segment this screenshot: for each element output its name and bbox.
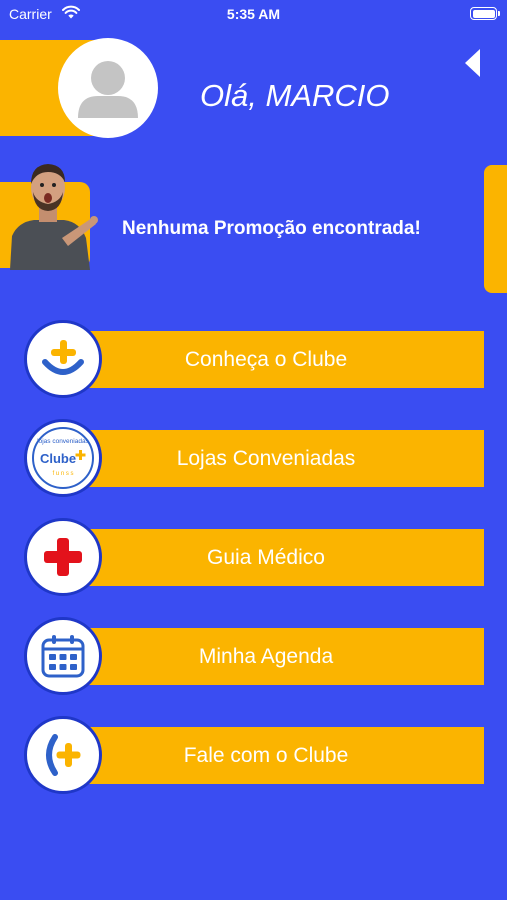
no-promotion-message: Nenhuma Promoção encontrada! bbox=[122, 218, 421, 239]
menu-item-label: Fale com o Clube bbox=[183, 744, 349, 767]
back-arrow-icon[interactable] bbox=[462, 46, 486, 80]
menu-item-guia-medico[interactable]: Guia Médico bbox=[24, 518, 484, 596]
greeting-title: Olá, MARCIO bbox=[200, 78, 390, 113]
red-cross-icon bbox=[24, 518, 102, 596]
badge-logo-text: Clube bbox=[40, 451, 76, 466]
menu-item-conheca-clube[interactable]: Conheça o Clube bbox=[24, 320, 484, 398]
phone-plus-icon bbox=[24, 716, 102, 794]
clock: 5:35 AM bbox=[226, 6, 281, 22]
menu-item-label: Guia Médico bbox=[207, 546, 325, 569]
menu-item-label: Conheça o Clube bbox=[184, 348, 348, 371]
avatar[interactable] bbox=[58, 38, 158, 138]
promo-side-tab[interactable] bbox=[484, 165, 507, 293]
badge-bottom-text: f u n s s bbox=[52, 471, 73, 477]
battery-icon bbox=[470, 7, 500, 20]
lojas-conveniadas-badge-icon: lojas conveniadas Clube f u n s s bbox=[24, 419, 102, 497]
promo-person-image bbox=[4, 154, 100, 270]
menu-item-minha-agenda[interactable]: Minha Agenda bbox=[24, 617, 484, 695]
clube-plus-smile-icon bbox=[24, 320, 102, 398]
menu-item-label: Lojas Conveniadas bbox=[176, 447, 356, 470]
menu-item-fale-com-clube[interactable]: Fale com o Clube bbox=[24, 716, 484, 794]
user-silhouette-icon bbox=[78, 61, 138, 118]
calendar-icon bbox=[24, 617, 102, 695]
badge-top-text: lojas conveniadas bbox=[37, 438, 89, 445]
status-bar: Carrier 5:35 AM bbox=[0, 0, 507, 28]
menu-item-lojas-conveniadas[interactable]: Lojas Conveniadas lojas conveniadas Club… bbox=[24, 419, 484, 497]
menu-item-label: Minha Agenda bbox=[198, 645, 334, 668]
